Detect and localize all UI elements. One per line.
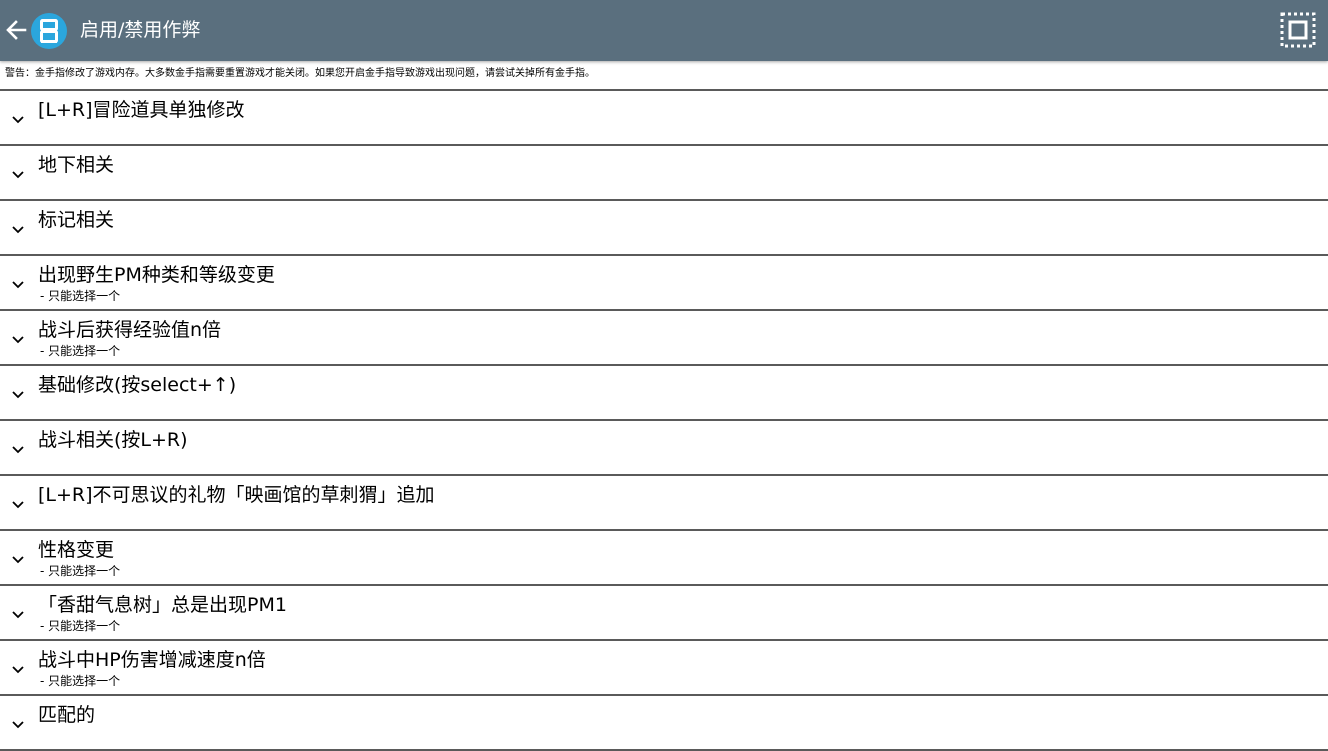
cheat-group-title: 匹配的: [38, 704, 96, 726]
cheat-group-title: 地下相关: [38, 154, 115, 176]
cheat-group-row[interactable]: [L+R]冒险道具单独修改: [0, 89, 1328, 144]
chevron-down-icon: [12, 446, 24, 454]
cheat-group-subtitle: - 只能选择一个: [40, 674, 121, 688]
cheat-group-row[interactable]: 基础修改(按select+↑): [0, 364, 1328, 419]
cheat-group-row[interactable]: 地下相关: [0, 144, 1328, 199]
cheat-group-row[interactable]: 出现野生PM种类和等级变更 - 只能选择一个: [0, 254, 1328, 309]
back-button[interactable]: [4, 15, 28, 45]
cheat-group-title: 性格变更: [38, 539, 115, 561]
select-all-icon: [1280, 12, 1316, 48]
page-title: 启用/禁用作弊: [80, 19, 201, 41]
chevron-down-icon: [12, 501, 24, 509]
arrow-left-icon: [6, 20, 27, 40]
chevron-down-icon: [12, 611, 24, 619]
cheat-group-subtitle: - 只能选择一个: [40, 289, 121, 303]
cheat-group-title: [L+R]冒险道具单独修改: [38, 99, 245, 121]
cheat-group-title: 战斗后获得经验值n倍: [38, 319, 222, 341]
chevron-down-icon: [12, 391, 24, 399]
cheat-group-row[interactable]: 战斗中HP伤害增减速度n倍 - 只能选择一个: [0, 639, 1328, 694]
cheat-group-row[interactable]: 匹配的: [0, 694, 1328, 751]
cheat-group-row[interactable]: [L+R]不可思议的礼物「映画馆的草刺猬」追加: [0, 474, 1328, 529]
cheat-group-title: 战斗中HP伤害增减速度n倍: [38, 649, 266, 671]
cheat-group-row[interactable]: 战斗后获得经验值n倍 - 只能选择一个: [0, 309, 1328, 364]
cheat-group-title: 「香甜气息树」总是出现PM1: [38, 594, 287, 616]
select-all-button[interactable]: [1279, 11, 1317, 49]
app-bar: 启用/禁用作弊: [0, 0, 1328, 61]
cheat-group-subtitle: - 只能选择一个: [40, 344, 121, 358]
cheat-group-row[interactable]: 性格变更 - 只能选择一个: [0, 529, 1328, 584]
cheat-group-subtitle: - 只能选择一个: [40, 564, 121, 578]
chevron-down-icon: [12, 281, 24, 289]
cheat-group-title: 基础修改(按select+↑): [38, 374, 237, 396]
cheat-group-title: 战斗相关(按L+R): [38, 429, 188, 451]
chevron-down-icon: [12, 336, 24, 344]
chevron-down-icon: [12, 556, 24, 564]
cheat-group-title: [L+R]不可思议的礼物「映画馆的草刺猬」追加: [38, 484, 435, 506]
cheat-group-list: [L+R]冒险道具单独修改 地下相关 标记相关 出现野生PM种类和等级变更 - …: [0, 89, 1328, 751]
chevron-down-icon: [12, 116, 24, 124]
cheat-group-row[interactable]: 战斗相关(按L+R): [0, 419, 1328, 474]
cheat-group-row[interactable]: 标记相关: [0, 199, 1328, 254]
chevron-down-icon: [12, 666, 24, 674]
cheat-group-subtitle: - 只能选择一个: [40, 619, 121, 633]
cheat-group-title: 出现野生PM种类和等级变更: [38, 264, 275, 286]
cheat-group-title: 标记相关: [38, 209, 115, 231]
warning-text: 警告：金手指修改了游戏内存。大多数金手指需要重置游戏才能关闭。如果您开启金手指导…: [5, 68, 595, 79]
chevron-down-icon: [12, 721, 24, 729]
cheat-group-row[interactable]: 「香甜气息树」总是出现PM1 - 只能选择一个: [0, 584, 1328, 639]
app-logo-icon: [30, 12, 68, 50]
chevron-down-icon: [12, 226, 24, 234]
chevron-down-icon: [12, 171, 24, 179]
